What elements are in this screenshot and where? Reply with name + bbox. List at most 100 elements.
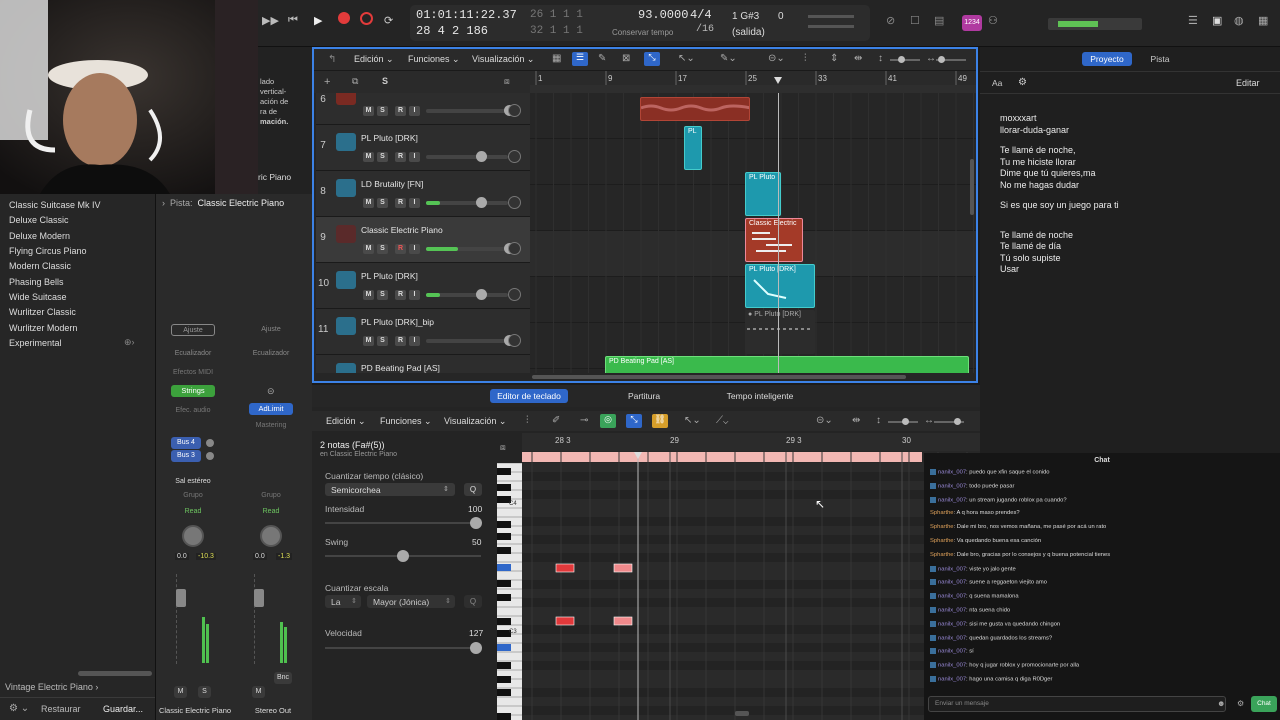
quantize-button[interactable]: Q bbox=[464, 483, 482, 496]
swing-slider[interactable] bbox=[325, 550, 481, 562]
black-key[interactable] bbox=[497, 533, 511, 540]
link-icon[interactable]: ⊝ bbox=[267, 386, 275, 397]
group-button[interactable]: Grupo bbox=[171, 490, 215, 502]
solo-icon[interactable]: ☐ bbox=[910, 14, 920, 27]
editor-vzoom[interactable] bbox=[888, 418, 918, 425]
library-item[interactable]: Wurlitzer Modern bbox=[9, 323, 77, 333]
track-header[interactable]: 11 PL Pluto [DRK]_bip M S R I bbox=[316, 309, 530, 355]
piano-roll-tab[interactable]: Editor de teclado bbox=[490, 389, 568, 403]
black-key[interactable] bbox=[497, 644, 511, 651]
editor-functions-menu[interactable]: Funciones ⌄ bbox=[380, 416, 432, 427]
solo-button[interactable]: S bbox=[377, 152, 388, 162]
count-in-badge[interactable]: 1234 bbox=[962, 15, 982, 31]
snap-icon-2[interactable]: ⊝⌄ bbox=[816, 415, 833, 426]
list-icon[interactable]: ☰ bbox=[572, 52, 588, 66]
horizontal-zoom-icon-2[interactable]: ↔ bbox=[924, 415, 934, 426]
track-name[interactable]: Classic Electric Piano bbox=[361, 225, 443, 235]
fader-knob[interactable] bbox=[476, 197, 487, 208]
loops-icon[interactable]: ◍ bbox=[1234, 14, 1244, 27]
scale-root-select[interactable]: La ⇕ bbox=[325, 595, 361, 608]
track-lanes[interactable]: PL PL Pluto Classic Electric PL Pluto [D… bbox=[530, 93, 976, 373]
chat-input[interactable]: Enviar un mensaje ☻ bbox=[928, 696, 1226, 712]
zoom-fit-icon[interactable]: ⇹ bbox=[852, 415, 860, 426]
mute-button[interactable]: M bbox=[363, 244, 374, 254]
tracks-v-scrollbar[interactable] bbox=[970, 159, 974, 215]
notepad-icon[interactable]: ▣ bbox=[1212, 14, 1222, 27]
fader-knob[interactable] bbox=[476, 151, 487, 162]
chat-username[interactable]: nanilx_007 bbox=[938, 663, 966, 669]
metronome-icon[interactable]: ▤ bbox=[934, 14, 944, 27]
cycle-icon[interactable]: ⟳ bbox=[384, 14, 393, 27]
input-monitor-button[interactable]: I bbox=[409, 106, 420, 116]
catch-playhead-icon[interactable]: ⧈ bbox=[504, 76, 510, 87]
audio-region-6[interactable] bbox=[640, 97, 750, 121]
playhead-handle[interactable] bbox=[774, 77, 782, 84]
track-instrument-icon[interactable] bbox=[336, 133, 356, 151]
chat-username[interactable]: Spharthe bbox=[930, 552, 954, 558]
midi-region-9[interactable]: Classic Electric bbox=[745, 218, 803, 262]
user-icon[interactable]: ⚇ bbox=[988, 14, 998, 27]
link-view-icon[interactable]: ⊸ bbox=[580, 415, 588, 426]
send-knob-2[interactable] bbox=[206, 452, 214, 460]
settings-gear-icon[interactable]: ⚙ bbox=[1018, 77, 1027, 88]
record-enable-button[interactable]: R bbox=[395, 336, 406, 346]
record-enable-button[interactable]: R bbox=[395, 290, 406, 300]
input-monitor-button[interactable]: I bbox=[409, 152, 420, 162]
chat-username[interactable]: nanilx_007 bbox=[938, 483, 966, 489]
midi-thru-icon[interactable]: ◎ bbox=[600, 414, 616, 428]
black-key[interactable] bbox=[497, 689, 511, 696]
vertical-zoom-slider[interactable] bbox=[890, 56, 920, 63]
library-item[interactable]: Classic Suitcase Mk IV bbox=[9, 200, 101, 210]
tracks-h-scrollbar[interactable] bbox=[532, 375, 906, 379]
black-key[interactable] bbox=[497, 662, 511, 669]
project-tab[interactable]: Proyecto bbox=[1082, 52, 1132, 66]
track-header[interactable]: 9 Classic Electric Piano M S R I bbox=[316, 217, 530, 263]
rewind-icon[interactable]: ⏮ bbox=[288, 14, 298, 27]
library-item[interactable]: Deluxe Modern bbox=[9, 231, 70, 241]
pointer-tool-icon[interactable]: ↖⌄ bbox=[678, 53, 695, 64]
horizontal-zoom-icon[interactable]: ↔ bbox=[926, 53, 936, 64]
track-name[interactable]: PL Pluto [DRK]_bip bbox=[361, 317, 434, 327]
functions-menu[interactable]: Funciones ⌄ bbox=[408, 54, 460, 65]
mute-button[interactable]: M bbox=[363, 290, 374, 300]
bar-ruler[interactable]: 1 9 17 25 33 41 49 bbox=[530, 71, 976, 85]
record-enable-button[interactable]: R bbox=[395, 152, 406, 162]
bounce-button[interactable]: Bnc bbox=[274, 672, 292, 684]
midi-region-10[interactable]: PL Pluto [DRK] bbox=[745, 264, 815, 308]
chat-username[interactable]: Spharthe bbox=[930, 538, 954, 544]
waveform-zoom-icon[interactable]: ⫶ bbox=[804, 53, 807, 64]
track-header[interactable]: 6 MSRI bbox=[316, 93, 530, 125]
track-pan-knob[interactable] bbox=[508, 334, 521, 347]
solo-button[interactable]: S bbox=[198, 686, 211, 698]
add-track-icon[interactable]: + bbox=[324, 76, 330, 88]
record-enable-button[interactable]: R bbox=[395, 106, 406, 116]
chat-username[interactable]: nanilx_007 bbox=[938, 594, 966, 600]
volume-value[interactable]: 0.0 bbox=[175, 553, 189, 560]
black-key[interactable] bbox=[497, 468, 511, 475]
output-plugin[interactable]: AdLimit bbox=[249, 403, 293, 415]
fader-knob[interactable] bbox=[476, 289, 487, 300]
lcd-display[interactable]: 01:01:11:22.37 28 4 2 186 26 1 1 1 32 1 … bbox=[410, 5, 870, 41]
eq-button-2[interactable]: Ecualizador bbox=[249, 348, 293, 360]
chat-settings-icon[interactable]: ⚙ bbox=[1237, 699, 1244, 708]
fit-icon[interactable]: ⇕ bbox=[830, 53, 838, 64]
inspector-header[interactable]: › Pista: Classic Electric Piano bbox=[162, 198, 284, 208]
black-key[interactable] bbox=[497, 564, 511, 571]
back-icon[interactable]: ↰ bbox=[328, 54, 336, 65]
chat-username[interactable]: nanilx_007 bbox=[938, 649, 966, 655]
catch-icon-2[interactable]: ⤡ bbox=[626, 414, 642, 428]
track-header[interactable]: 10 PL Pluto [DRK] M S R I bbox=[316, 263, 530, 309]
global-solo-icon[interactable]: S bbox=[382, 76, 388, 86]
track-instrument-icon[interactable] bbox=[336, 271, 356, 289]
edit-notes-button[interactable]: Editar bbox=[1236, 78, 1260, 88]
chat-username[interactable]: nanilx_007 bbox=[938, 580, 966, 586]
library-scrollbar[interactable] bbox=[78, 671, 152, 676]
restore-button[interactable]: Restaurar bbox=[41, 704, 81, 714]
send-knob-1[interactable] bbox=[206, 439, 214, 447]
strength-slider[interactable] bbox=[325, 517, 482, 529]
track-pan-knob[interactable] bbox=[508, 288, 521, 301]
midi-note[interactable] bbox=[555, 563, 575, 573]
track-name[interactable]: PD Beating Pad [AS] bbox=[361, 363, 440, 373]
scale-mode-select[interactable]: Mayor (Jónica) ⇕ bbox=[367, 595, 455, 608]
track-volume-fader[interactable] bbox=[426, 197, 508, 208]
